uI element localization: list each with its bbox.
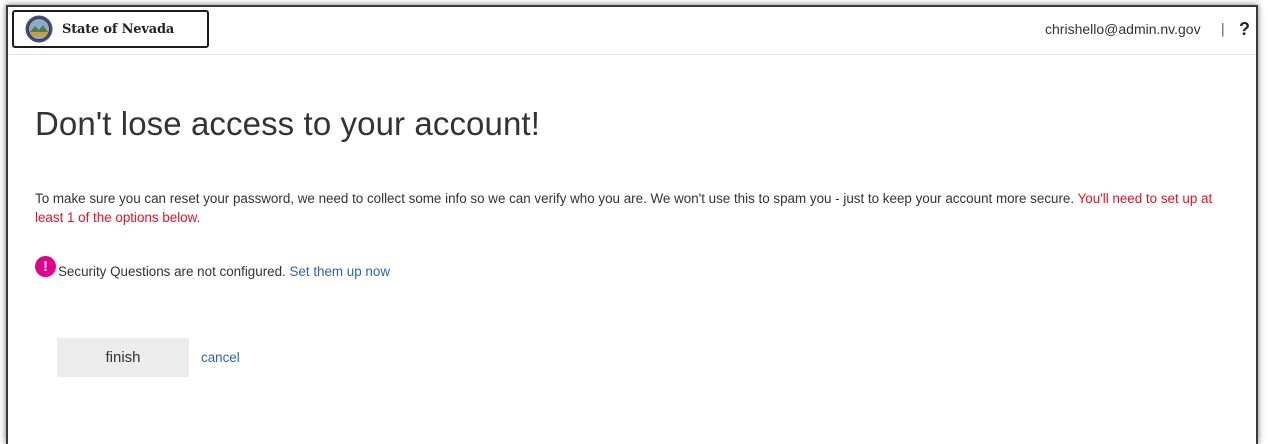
- set-up-security-questions-link[interactable]: Set them up now: [290, 264, 391, 279]
- finish-button[interactable]: finish: [57, 338, 189, 377]
- cancel-link[interactable]: cancel: [201, 350, 240, 365]
- status-text-wrap: Security Questions are not configured. S…: [58, 264, 390, 279]
- user-email[interactable]: chrishello@admin.nv.gov: [1045, 21, 1201, 37]
- status-text: Security Questions are not configured.: [58, 264, 286, 279]
- user-area: chrishello@admin.nv.gov | ?: [1045, 7, 1250, 51]
- org-name: State of Nevada: [62, 21, 175, 37]
- top-bar: State of Nevada chrishello@admin.nv.gov …: [8, 7, 1256, 55]
- security-questions-status: ! Security Questions are not configured.…: [35, 256, 390, 279]
- page-frame: State of Nevada chrishello@admin.nv.gov …: [6, 5, 1258, 444]
- org-logo[interactable]: State of Nevada: [12, 10, 209, 48]
- help-icon[interactable]: ?: [1239, 19, 1250, 40]
- page-title: Don't lose access to your account!: [35, 105, 540, 142]
- state-seal-icon: [25, 15, 53, 43]
- intro-paragraph: To make sure you can reset your password…: [35, 189, 1240, 227]
- header-separator: |: [1220, 21, 1225, 37]
- alert-icon: !: [35, 256, 56, 277]
- intro-text: To make sure you can reset your password…: [35, 191, 1075, 206]
